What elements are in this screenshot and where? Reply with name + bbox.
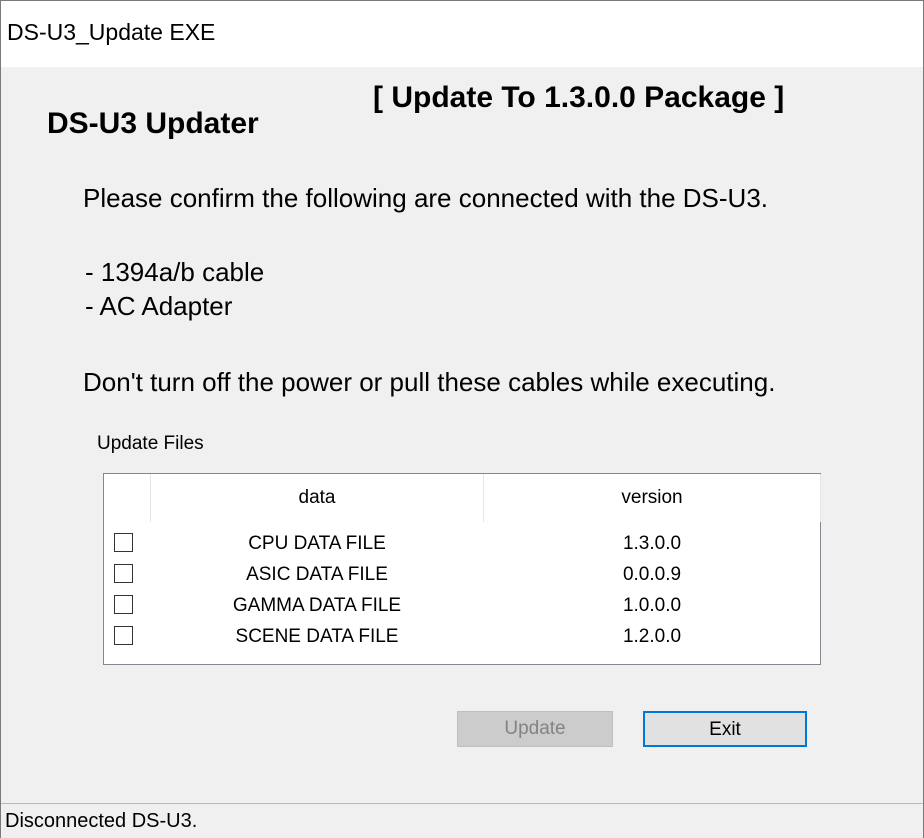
updater-window: DS-U3_Update EXE DS-U3 Updater [ Update … [0,0,924,838]
requirement-cable: - 1394a/b cable [85,257,265,287]
row-checkbox[interactable] [114,564,133,583]
header-data[interactable]: data [151,474,484,522]
header-checkbox-column[interactable] [104,474,151,522]
package-title: [ Update To 1.3.0.0 Package ] [373,81,785,114]
warning-text: Don't turn off the power or pull these c… [83,367,776,397]
confirm-text: Please confirm the following are connect… [83,183,769,213]
row-version: 0.0.0.9 [622,564,682,585]
status-bar: Disconnected DS-U3. [1,803,923,838]
table-row[interactable]: CPU DATA FILE 1.3.0.0 [104,528,820,559]
row-checkbox[interactable] [114,595,133,614]
row-checkbox[interactable] [114,626,133,645]
table-row[interactable]: SCENE DATA FILE 1.2.0.0 [104,621,820,652]
row-data: SCENE DATA FILE [235,626,399,647]
app-title: DS-U3 Updater [47,107,259,140]
status-text: Disconnected DS-U3. [5,810,198,832]
title-bar: DS-U3_Update EXE [1,1,923,67]
update-files-label: Update Files [97,433,204,454]
row-checkbox[interactable] [114,533,133,552]
requirement-adapter: - AC Adapter [85,291,233,321]
row-version: 1.3.0.0 [622,533,682,554]
list-header: data version [104,474,821,522]
row-version: 1.2.0.0 [622,626,682,647]
update-files-list[interactable]: data version CPU DATA FILE 1.3.0.0 ASIC … [103,473,821,665]
update-button[interactable]: Update [457,711,613,747]
header-version[interactable]: version [484,474,821,522]
row-data: ASIC DATA FILE [246,564,388,585]
row-data: CPU DATA FILE [248,533,386,554]
exit-button[interactable]: Exit [643,711,807,747]
window-title: DS-U3_Update EXE [7,19,216,45]
table-row[interactable]: ASIC DATA FILE 0.0.0.9 [104,559,820,590]
table-row[interactable]: GAMMA DATA FILE 1.0.0.0 [104,590,820,621]
row-data: GAMMA DATA FILE [232,595,402,616]
row-version: 1.0.0.0 [622,595,682,616]
